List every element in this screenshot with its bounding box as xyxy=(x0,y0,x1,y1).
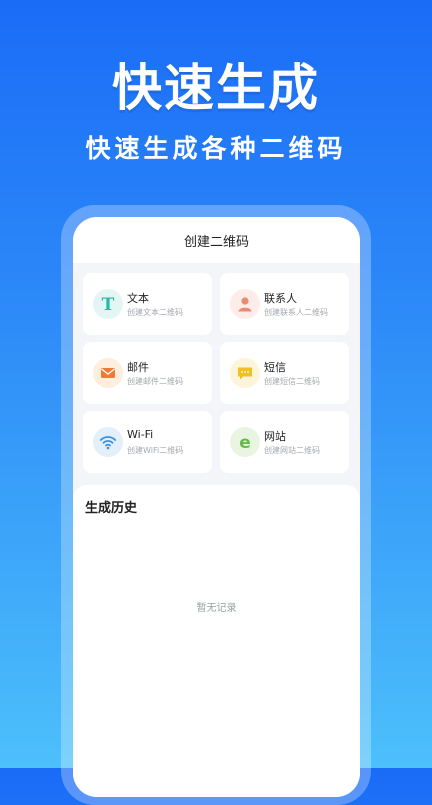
create-grid: T 文本 创建文本二维码 联系人 创建联系人二维码 邮件 创建邮件二维码 短信 … xyxy=(73,263,360,483)
create-contact-tile[interactable]: 联系人 创建联系人二维码 xyxy=(220,273,349,335)
chat-bubble-icon xyxy=(230,358,260,388)
create-text-tile[interactable]: T 文本 创建文本二维码 xyxy=(83,273,212,335)
tile-subtitle: 创建文本二维码 xyxy=(127,308,183,317)
screen-header-title: 创建二维码 xyxy=(183,235,249,250)
tile-subtitle: 创建网站二维码 xyxy=(264,446,320,455)
tile-title: 邮件 xyxy=(127,361,149,374)
create-sms-tile[interactable]: 短信 创建短信二维码 xyxy=(220,342,349,404)
create-wifi-tile[interactable]: Wi-Fi 创建WiFi二维码 xyxy=(83,411,212,473)
tile-subtitle: 创建联系人二维码 xyxy=(264,308,328,317)
tile-title: 文本 xyxy=(127,292,149,305)
svg-text:T: T xyxy=(102,295,115,313)
tile-title: 短信 xyxy=(264,361,286,374)
history-title: 生成历史 xyxy=(85,501,138,516)
screen-header: 创建二维码 xyxy=(73,217,360,263)
hero-title: 快速生成 xyxy=(112,59,320,117)
tile-subtitle: 创建WiFi二维码 xyxy=(127,446,184,455)
create-email-tile[interactable]: 邮件 创建邮件二维码 xyxy=(83,342,212,404)
tile-title: Wi-Fi xyxy=(127,428,154,441)
create-website-tile[interactable]: e 网站 创建网站二维码 xyxy=(220,411,349,473)
wifi-icon xyxy=(93,427,123,457)
hero-subtitle: 快速生成各种二维码 xyxy=(85,134,347,163)
history-panel: 生成历史 暂无记录 xyxy=(73,485,360,797)
person-icon xyxy=(230,289,260,319)
browser-e-icon: e xyxy=(230,427,260,457)
tile-subtitle: 创建邮件二维码 xyxy=(127,377,183,386)
tile-title: 联系人 xyxy=(264,292,297,305)
svg-text:e: e xyxy=(239,433,251,451)
history-empty-text: 暂无记录 xyxy=(196,603,237,614)
envelope-icon xyxy=(93,358,123,388)
phone-screen: 创建二维码 T 文本 创建文本二维码 联系人 创建联系人二维码 邮件 创建邮件二… xyxy=(73,217,360,797)
text-t-icon: T xyxy=(93,289,123,319)
tile-subtitle: 创建短信二维码 xyxy=(264,377,320,386)
tile-title: 网站 xyxy=(264,430,286,443)
